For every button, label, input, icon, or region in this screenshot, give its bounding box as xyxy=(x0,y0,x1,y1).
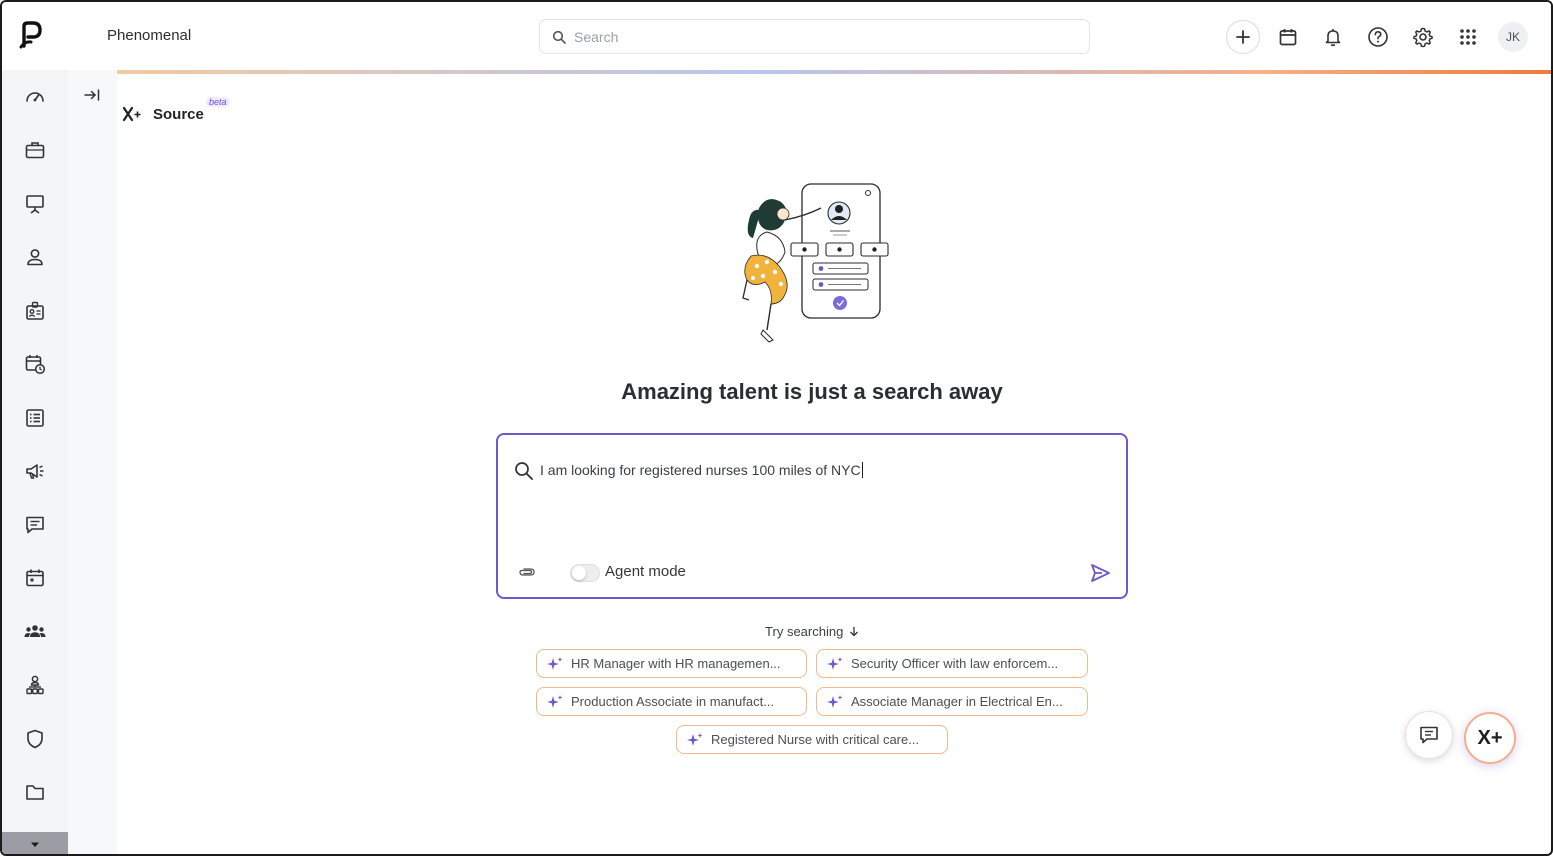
suggestion-chip-label: Associate Manager in Electrical En... xyxy=(851,694,1063,709)
calendar-icon xyxy=(26,569,44,587)
suggestion-chip-label: HR Manager with HR managemen... xyxy=(571,656,781,671)
beta-badge: beta xyxy=(206,97,230,107)
org-chart-icon xyxy=(26,675,44,695)
nav-candidates[interactable] xyxy=(2,231,68,285)
nav-jobs[interactable] xyxy=(2,124,68,178)
plus-icon xyxy=(1236,30,1250,44)
apps-grid-icon xyxy=(1460,29,1476,45)
agent-mode-toggle[interactable] xyxy=(570,564,600,582)
suggestion-chip[interactable]: Registered Nurse with critical care... xyxy=(676,725,948,754)
hero-headline: Amazing talent is just a search away xyxy=(621,379,1003,404)
arrow-down-icon xyxy=(849,627,858,637)
calendar-button[interactable] xyxy=(1271,20,1305,54)
speedometer-icon xyxy=(26,92,44,102)
sparkle-icon xyxy=(687,732,703,746)
paperclip-icon[interactable] xyxy=(518,565,536,579)
sparkle-icon xyxy=(827,656,843,670)
ai-assistant-button[interactable]: X+ xyxy=(1464,712,1516,764)
try-searching-label: Try searching xyxy=(2,624,1551,639)
nav-org-chart[interactable] xyxy=(2,659,68,713)
calendar-icon xyxy=(1279,29,1297,46)
chat-bubble-icon xyxy=(1420,726,1438,744)
nav-files[interactable] xyxy=(2,766,68,820)
try-searching-text: Try searching xyxy=(765,624,844,639)
nav-dashboard[interactable] xyxy=(2,70,68,124)
list-icon xyxy=(26,408,44,427)
suggestion-chip-label: Registered Nurse with critical care... xyxy=(711,732,920,747)
sparkle-icon xyxy=(547,656,563,670)
sparkle-icon xyxy=(547,694,563,708)
presentation-board-icon xyxy=(26,194,44,214)
nav-events[interactable] xyxy=(2,552,68,606)
header-gradient-divider xyxy=(117,70,1551,74)
suggestion-chip[interactable]: Production Associate in manufact... xyxy=(536,687,807,716)
suggestion-chip-label: Production Associate in manufact... xyxy=(571,694,775,709)
suggestion-chip[interactable]: Associate Manager in Electrical En... xyxy=(816,687,1088,716)
send-icon[interactable] xyxy=(1089,562,1111,584)
global-search[interactable] xyxy=(539,19,1090,54)
create-button[interactable] xyxy=(1226,20,1260,54)
message-icon xyxy=(26,516,44,534)
caret-down-icon xyxy=(31,842,39,847)
nav-messages[interactable] xyxy=(2,498,68,552)
ai-search-prompt-box[interactable]: I am looking for registered nurses 100 m… xyxy=(496,433,1128,599)
user-avatar[interactable]: JK xyxy=(1498,22,1528,52)
x-plus-icon xyxy=(122,106,141,122)
recruiter-illustration xyxy=(742,183,889,343)
feedback-chat-button[interactable] xyxy=(1405,711,1453,759)
suggestion-chip[interactable]: HR Manager with HR managemen... xyxy=(536,649,807,678)
app-title: Phenomenal xyxy=(107,27,192,44)
suggestion-chip-label: Security Officer with law enforcem... xyxy=(851,656,1059,671)
person-icon xyxy=(27,249,43,266)
left-nav-rail xyxy=(2,70,68,854)
help-icon xyxy=(1368,27,1388,47)
text-caret xyxy=(861,462,863,478)
suggestion-chip[interactable]: Security Officer with law enforcem... xyxy=(816,649,1088,678)
nav-campaigns[interactable] xyxy=(2,445,68,499)
global-search-input[interactable] xyxy=(574,28,1054,45)
gear-icon xyxy=(1413,27,1433,48)
phenom-logo-icon[interactable] xyxy=(16,20,44,50)
search-icon xyxy=(552,30,566,44)
prompt-input-text: I am looking for registered nurses 100 m… xyxy=(540,462,861,478)
megaphone-icon xyxy=(26,464,44,479)
top-actions: JK xyxy=(1226,20,1528,54)
nav-presentations[interactable] xyxy=(2,177,68,231)
sparkle-icon xyxy=(827,694,843,708)
ai-assistant-label: X+ xyxy=(1477,726,1503,749)
calendar-clock-icon xyxy=(25,355,46,375)
settings-button[interactable] xyxy=(1406,20,1440,54)
agent-mode-label: Agent mode xyxy=(605,563,686,580)
page-title: Source xyxy=(153,105,204,123)
id-badge-icon xyxy=(26,301,44,320)
sidebar-collapse-column xyxy=(68,70,117,854)
apps-button[interactable] xyxy=(1451,20,1485,54)
help-button[interactable] xyxy=(1361,20,1395,54)
nav-more-button[interactable] xyxy=(2,832,68,854)
app-window: Phenomenal Search JK Source beta Amazing… xyxy=(0,0,1553,856)
nav-security[interactable] xyxy=(2,712,68,766)
briefcase-icon xyxy=(25,142,45,159)
notifications-button[interactable] xyxy=(1316,20,1350,54)
shield-icon xyxy=(27,729,43,749)
bell-icon xyxy=(1325,29,1341,47)
top-bar: Phenomenal Search JK xyxy=(2,2,1551,70)
expand-sidebar-icon[interactable] xyxy=(82,86,102,104)
folder-icon xyxy=(26,785,44,801)
search-icon xyxy=(515,462,533,480)
prompt-input[interactable]: I am looking for registered nurses 100 m… xyxy=(540,462,863,478)
nav-employees[interactable] xyxy=(2,284,68,338)
page-header: Source beta xyxy=(121,97,230,124)
